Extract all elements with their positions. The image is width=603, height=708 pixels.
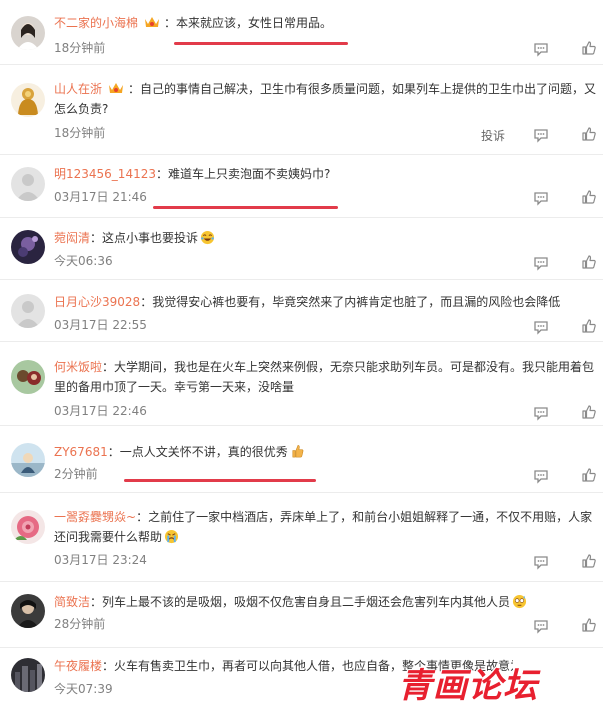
- sob-emoji: [164, 529, 179, 544]
- username-link[interactable]: 菀闳清: [54, 231, 90, 245]
- comment-text: 难道车上只卖泡面不卖姨妈巾?: [168, 167, 331, 181]
- comment-icon[interactable]: [533, 618, 549, 634]
- username-link[interactable]: 明123456_14123: [54, 167, 156, 181]
- username-link[interactable]: 一翯孬爨甥焱~: [54, 510, 136, 524]
- comment-text-line: 何米饭啦：大学期间，我也是在火车上突然来例假，无奈只能求助列车员。可是都没有。我…: [54, 360, 595, 394]
- thumbs-up-icon[interactable]: [581, 40, 597, 56]
- thumbs-up-icon[interactable]: [581, 467, 597, 483]
- avatar[interactable]: [11, 230, 45, 264]
- sweat-emoji: [512, 594, 527, 609]
- username-link[interactable]: 山人在浙: [54, 82, 102, 96]
- comment-text-line: 明123456_14123：难道车上只卖泡面不卖姨妈巾?: [54, 167, 331, 181]
- username-link[interactable]: ZY67681: [54, 445, 108, 459]
- comment-text: 一点人文关怀不讲，真的很优秀: [119, 445, 288, 459]
- comment-item: 简致洁：列车上最不该的是吸烟，吸烟不仅危害自身且二手烟还会危害列车内其他人员 2…: [0, 582, 603, 648]
- username-link[interactable]: 不二家的小海棉: [54, 16, 138, 30]
- comment-time: 今天07:39: [54, 682, 113, 696]
- highlight-underline: [153, 206, 338, 209]
- comment-text: 列车上最不该的是吸烟，吸烟不仅危害自身且二手烟还会危害列车内其他人员: [102, 595, 511, 609]
- thumbs-up-emoji: [292, 445, 304, 458]
- crown-badge-icon: [109, 83, 124, 93]
- thumbs-up-icon[interactable]: [581, 553, 597, 569]
- thumbs-up-icon[interactable]: [581, 617, 597, 633]
- comment-icon[interactable]: [533, 255, 549, 271]
- avatar[interactable]: [11, 510, 45, 544]
- watermark-text: 青画论坛: [398, 666, 538, 706]
- username-link[interactable]: 午夜履楼: [54, 659, 102, 673]
- comment-time: 今天06:36: [54, 254, 113, 268]
- comment-time: 28分钟前: [54, 617, 106, 631]
- comment-item: 不二家的小海棉 ：本来就应该，女性日常用品。 18分钟前: [0, 0, 603, 65]
- thumbs-up-icon[interactable]: [581, 404, 597, 420]
- comment-icon[interactable]: [533, 190, 549, 206]
- username-link[interactable]: 日月心沙39028: [54, 295, 140, 309]
- comment-icon[interactable]: [533, 41, 549, 57]
- comment-text-line: 山人在浙 ：自己的事情自己解决，卫生巾有很多质量问题，如果列车上提供的卫生巾出了问…: [54, 82, 597, 116]
- thumbs-up-icon[interactable]: [581, 318, 597, 334]
- comment-text-line: 一翯孬爨甥焱~：之前住了一家中档酒店，弄床单上了，和前台小姐姐解释了一通，不仅不…: [54, 510, 593, 544]
- username-link[interactable]: 何米饭啦: [54, 360, 102, 374]
- comment-icon[interactable]: [533, 127, 549, 143]
- comment-text-line: 日月心沙39028：我觉得安心裤也要有，毕竟突然来了内裤肯定也脏了，而且漏的风险…: [54, 295, 561, 309]
- comment-item: 何米饭啦：大学期间，我也是在火车上突然来例假，无奈只能求助列车员。可是都没有。我…: [0, 342, 603, 426]
- avatar[interactable]: [11, 167, 45, 201]
- avatar[interactable]: [11, 594, 45, 628]
- thumbs-up-icon[interactable]: [581, 254, 597, 270]
- avatar[interactable]: [11, 360, 45, 394]
- report-link[interactable]: 投诉: [481, 128, 505, 144]
- comment-time: 2分钟前: [54, 467, 98, 481]
- comment-icon[interactable]: [533, 554, 549, 570]
- avatar[interactable]: [11, 294, 45, 328]
- avatar[interactable]: [11, 443, 45, 477]
- comment-text-line: 不二家的小海棉 ：本来就应该，女性日常用品。: [54, 16, 333, 30]
- username-link[interactable]: 简致洁: [54, 595, 90, 609]
- comment-item: 一翯孬爨甥焱~：之前住了一家中档酒店，弄床单上了，和前台小姐姐解释了一通，不仅不…: [0, 493, 603, 582]
- avatar[interactable]: [11, 83, 45, 117]
- avatar[interactable]: [11, 16, 45, 50]
- comment-icon[interactable]: [533, 319, 549, 335]
- comment-item: 日月心沙39028：我觉得安心裤也要有，毕竟突然来了内裤肯定也脏了，而且漏的风险…: [0, 280, 603, 342]
- comment-text-line: 菀闳清：这点小事也要投诉: [54, 228, 601, 248]
- laugh-cry-emoji: [200, 230, 215, 245]
- comment-item: 明123456_14123：难道车上只卖泡面不卖姨妈巾? 03月17日 21:4…: [0, 155, 603, 218]
- comment-text-line: 简致洁：列车上最不该的是吸烟，吸烟不仅危害自身且二手烟还会危害列车内其他人员: [54, 592, 601, 612]
- highlight-underline: [124, 479, 316, 482]
- comment-item: ZY67681：一点人文关怀不讲，真的很优秀 2分钟前: [0, 426, 603, 493]
- comment-item: 菀闳清：这点小事也要投诉 今天06:36: [0, 218, 603, 280]
- highlight-underline: [174, 42, 348, 45]
- comment-time: 03月17日 22:55: [54, 318, 147, 332]
- comment-icon[interactable]: [533, 468, 549, 484]
- site-watermark-logo: 青画论坛: [398, 664, 603, 708]
- comment-text: 我觉得安心裤也要有，毕竟突然来了内裤肯定也脏了，而且漏的风险也会降低: [152, 295, 561, 309]
- thumbs-up-icon[interactable]: [581, 189, 597, 205]
- comment-time: 03月17日 22:46: [54, 404, 147, 418]
- crown-badge-icon: [145, 17, 160, 27]
- comment-icon[interactable]: [533, 405, 549, 421]
- comment-item: 山人在浙 ：自己的事情自己解决，卫生巾有很多质量问题，如果列车上提供的卫生巾出了问…: [0, 65, 603, 155]
- comment-text: 本来就应该，女性日常用品。: [176, 16, 333, 30]
- comment-time: 03月17日 21:46: [54, 190, 147, 204]
- avatar[interactable]: [11, 658, 45, 692]
- comment-text: 大学期间，我也是在火车上突然来例假，无奈只能求助列车员。可是都没有。我只能用着包…: [54, 360, 595, 394]
- comment-time: 18分钟前: [54, 126, 106, 140]
- thumbs-up-icon[interactable]: [581, 126, 597, 142]
- comment-text-line: ZY67681：一点人文关怀不讲，真的很优秀: [54, 442, 601, 462]
- comment-text: 这点小事也要投诉: [102, 231, 199, 245]
- comment-time: 03月17日 23:24: [54, 553, 147, 567]
- comment-time: 18分钟前: [54, 41, 106, 55]
